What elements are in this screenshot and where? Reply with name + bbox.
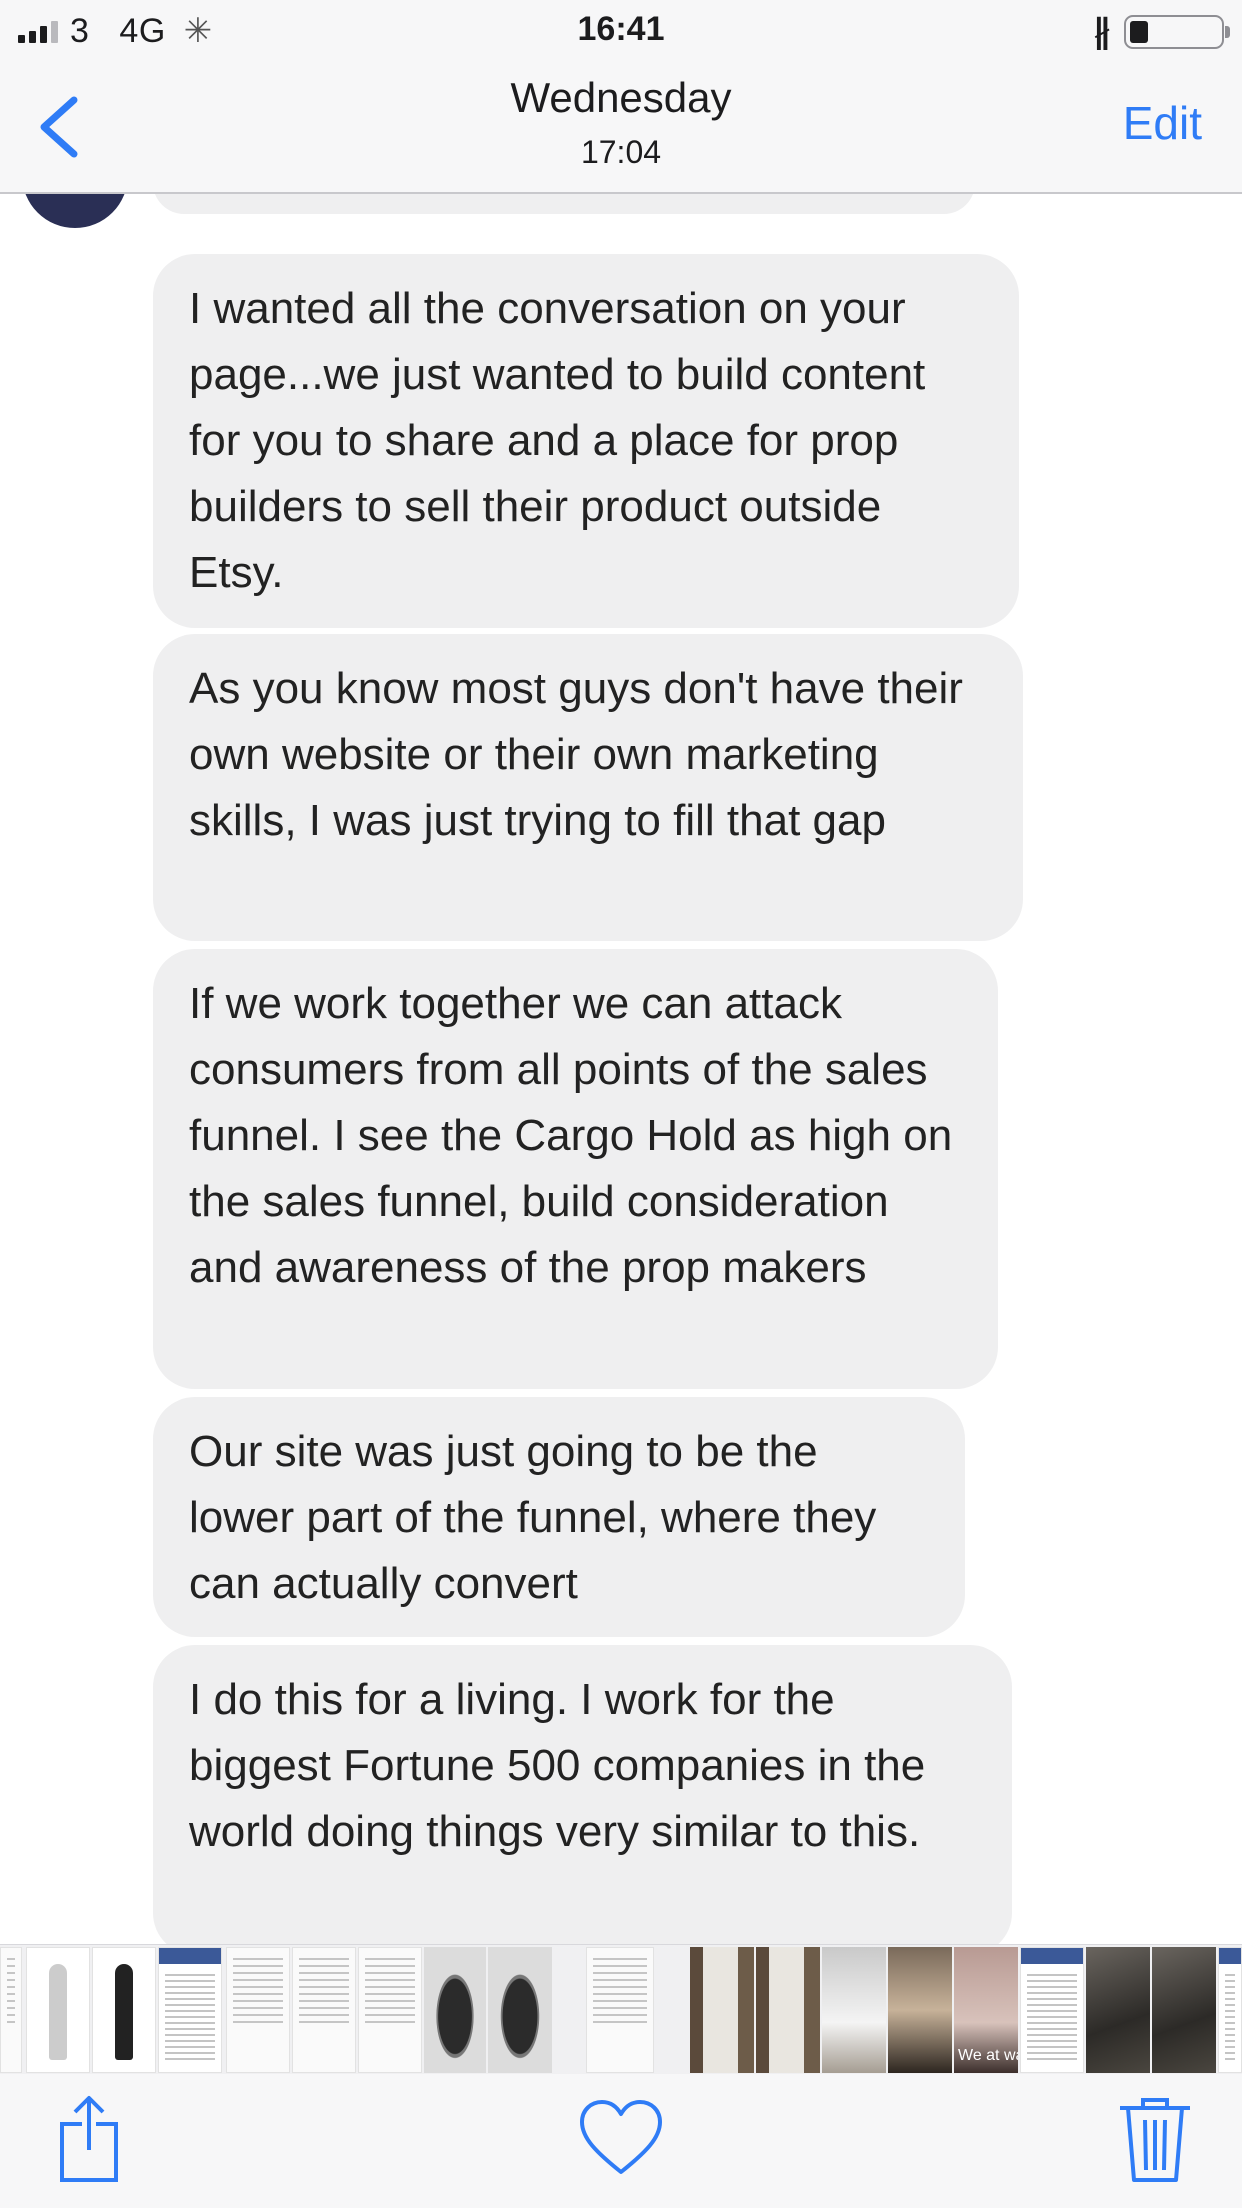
battery-icon xyxy=(1124,15,1230,49)
thumbnail[interactable] xyxy=(756,1947,820,2073)
thumbnail[interactable] xyxy=(822,1947,886,2073)
thumbnail[interactable] xyxy=(358,1947,422,2073)
heart-icon[interactable] xyxy=(576,2094,666,2184)
share-icon[interactable] xyxy=(44,2094,134,2184)
thumbnail-caption: We at war xyxy=(958,2047,1018,2064)
thumbnail[interactable] xyxy=(26,1947,90,2073)
thumbnail[interactable] xyxy=(158,1947,222,2073)
status-bar: 3 4G ✳ 16:41 ∦ xyxy=(0,0,1242,62)
thumbnail[interactable] xyxy=(586,1947,654,2073)
thumbnail[interactable] xyxy=(1020,1947,1084,2073)
thumbnail[interactable] xyxy=(424,1947,486,2073)
message-bubble[interactable]: Our site was just going to be the lower … xyxy=(153,1397,965,1637)
thumbnail[interactable] xyxy=(1152,1947,1216,2073)
status-time: 16:41 xyxy=(577,10,665,48)
thumbnail[interactable] xyxy=(488,1947,552,2073)
thumbnail[interactable] xyxy=(1218,1947,1242,2073)
edit-button[interactable]: Edit xyxy=(1123,96,1202,150)
thumbnail-strip[interactable]: We at war xyxy=(0,1944,1242,2075)
nav-title: Wednesday xyxy=(510,74,732,121)
thumbnail[interactable] xyxy=(1086,1947,1150,2073)
message-bubble[interactable]: As you know most guys don't have their o… xyxy=(153,634,1023,941)
nav-subtitle: 17:04 xyxy=(580,134,662,170)
thumbnail[interactable]: We at war xyxy=(954,1947,1018,2073)
bottom-toolbar xyxy=(0,2074,1242,2208)
avatar xyxy=(22,192,128,228)
thumbnail[interactable] xyxy=(226,1947,290,2073)
thumbnail[interactable] xyxy=(888,1947,952,2073)
thumbnail[interactable] xyxy=(92,1947,156,2073)
message-list[interactable]: I wanted all the conversation on your pa… xyxy=(0,192,1242,1944)
thumbnail[interactable] xyxy=(0,1947,22,2073)
message-bubble[interactable]: I wanted all the conversation on your pa… xyxy=(153,254,1019,628)
status-right: ∦ xyxy=(1093,12,1230,52)
message-bubble-partial xyxy=(153,192,975,214)
thumbnail[interactable] xyxy=(292,1947,356,2073)
trash-icon[interactable] xyxy=(1110,2094,1200,2184)
bluetooth-icon: ∦ xyxy=(1093,13,1110,51)
navigation-bar: Wednesday 17:04 Edit xyxy=(0,62,1242,194)
thumbnail[interactable] xyxy=(690,1947,754,2073)
message-bubble[interactable]: If we work together we can attack consum… xyxy=(153,949,998,1389)
message-bubble[interactable]: I do this for a living. I work for the b… xyxy=(153,1645,1012,1944)
